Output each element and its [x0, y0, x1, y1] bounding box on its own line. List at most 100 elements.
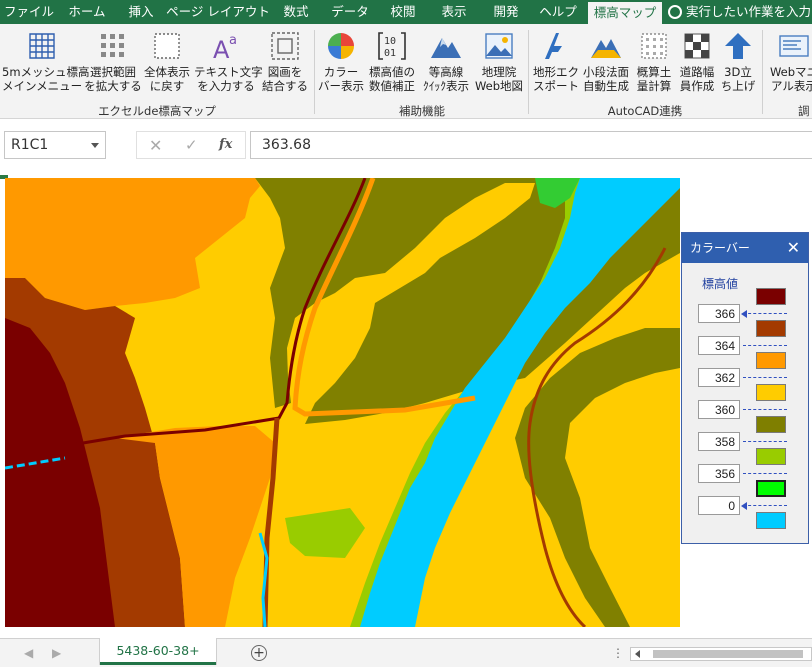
scroll-left-icon[interactable] — [635, 650, 640, 658]
mesh-menu-line2: メインメニュー — [2, 79, 83, 93]
tell-me-box[interactable]: 実行したい作業を入力 — [668, 0, 811, 24]
color-swatch[interactable] — [756, 320, 786, 337]
insert-function-icon[interactable]: fx — [219, 137, 232, 152]
slope-generate-button[interactable]: 小段法面 自動生成 — [580, 30, 632, 93]
full-view-icon — [151, 30, 183, 62]
color-swatch-selected[interactable] — [756, 480, 786, 497]
tab-home[interactable]: ホーム — [58, 0, 116, 24]
formula-input[interactable]: 363.68 — [250, 131, 812, 159]
tab-view[interactable]: 表示 — [428, 0, 480, 24]
tab-elevation-map[interactable]: 標高マップ — [588, 0, 662, 24]
color-swatch[interactable] — [756, 352, 786, 369]
excel-window: ファイル ホーム 挿入 ページ レイアウト 数式 データ 校閲 表示 開発 ヘル… — [0, 0, 812, 667]
road-width-button[interactable]: 道路幅 員作成 — [676, 30, 718, 93]
threshold-input[interactable] — [698, 336, 740, 355]
tab-formulas[interactable]: 数式 — [270, 0, 322, 24]
more-options-icon[interactable]: ⋮ — [612, 646, 624, 660]
road-width-line1: 道路幅 — [679, 65, 715, 79]
worksheet-area[interactable]: カラーバー ✕ 標高値 — [0, 175, 812, 638]
search-icon — [668, 4, 682, 19]
text-aa-icon: Aa — [210, 30, 242, 64]
gsi-web-map-button[interactable]: 地理院 Web地図 — [474, 30, 524, 93]
earthwork-calc-button[interactable]: 概算土 量計算 — [632, 30, 676, 93]
boundary-line — [743, 505, 787, 506]
color-bar-dialog[interactable]: カラーバー ✕ 標高値 — [681, 232, 809, 544]
pie-chart-icon — [325, 30, 357, 62]
combine-drawing-button[interactable]: 図画を 結合する — [260, 30, 310, 93]
dotted-grid-icon — [97, 30, 129, 62]
threshold-input[interactable] — [698, 464, 740, 483]
tab-file[interactable]: ファイル — [0, 0, 58, 24]
dialog-title: カラーバー — [690, 241, 750, 255]
zoom-selection-button[interactable]: 選択範囲 を拡大する — [84, 30, 142, 93]
full-view-line1: 全体表示 — [144, 65, 190, 79]
color-swatch[interactable] — [756, 384, 786, 401]
color-swatch[interactable] — [756, 512, 786, 529]
horizontal-scrollbar[interactable] — [630, 647, 812, 661]
up-arrow-icon — [722, 30, 754, 62]
add-sheet-button[interactable]: + — [251, 645, 267, 661]
close-icon[interactable]: ✕ — [787, 233, 800, 263]
color-swatch[interactable] — [756, 288, 786, 305]
threshold-input[interactable] — [698, 400, 740, 419]
svg-text:A: A — [213, 36, 230, 62]
terrain-export-line2: スポート — [533, 79, 579, 93]
color-swatch[interactable] — [756, 448, 786, 465]
tab-review[interactable]: 校閲 — [378, 0, 428, 24]
elevation-map — [4, 177, 680, 629]
color-bar-line1: カラー — [323, 65, 359, 79]
boundary-line — [743, 441, 787, 442]
3d-raise-line1: 3D立 — [724, 65, 752, 79]
earthwork-grid-icon — [638, 30, 670, 62]
terrain-export-button[interactable]: 地形エク スポート — [530, 30, 582, 93]
threshold-input[interactable] — [698, 496, 740, 515]
cancel-icon[interactable]: ✕ — [149, 136, 162, 155]
boundary-line — [743, 345, 787, 346]
contour-quick-button[interactable]: 等高線 ｸｲｯｸ表示 — [420, 30, 472, 93]
scroll-thumb[interactable] — [653, 650, 803, 658]
tab-insert[interactable]: 挿入 — [116, 0, 166, 24]
svg-text:01: 01 — [384, 48, 396, 59]
earthwork-calc-line1: 概算土 — [636, 65, 672, 79]
mesh-menu-button[interactable]: 5mメッシュ標高 メインメニュー — [2, 30, 90, 93]
checker-icon — [681, 30, 713, 62]
group-separator — [314, 30, 315, 114]
slope-generate-line2: 自動生成 — [583, 79, 629, 93]
threshold-input[interactable] — [698, 304, 740, 323]
tab-help[interactable]: ヘルプ — [532, 0, 584, 24]
elevation-correction-button[interactable]: 10 01 標高値の 数値補正 — [366, 30, 418, 93]
color-bar-button[interactable]: カラー バー表示 — [318, 30, 364, 93]
web-manual-button[interactable]: Webマニ アル表示 — [766, 30, 812, 93]
threshold-input[interactable] — [698, 368, 740, 387]
arrow-left-icon — [741, 310, 747, 318]
sheet-tab-active[interactable]: 5438-60-38+ — [100, 638, 216, 665]
formula-bar: R1C1 ✕ ✓ fx 363.68 — [0, 119, 812, 175]
next-sheet-icon[interactable]: ▶ — [52, 646, 61, 660]
arrow-left-icon — [741, 502, 747, 510]
zoom-selection-line2: を拡大する — [84, 79, 142, 93]
text-input-line2: を入力する — [197, 79, 255, 93]
boundary-line — [743, 409, 787, 410]
full-view-button[interactable]: 全体表示 に戻す — [142, 30, 192, 93]
zoom-selection-line1: 選択範囲 — [90, 65, 136, 79]
gsi-web-map-line2: Web地図 — [474, 79, 524, 93]
contour-quick-line1: 等高線 — [428, 65, 464, 79]
group-label-clipped: 調 — [798, 104, 810, 118]
chevron-down-icon[interactable] — [91, 143, 99, 148]
check-icon[interactable]: ✓ — [185, 136, 198, 154]
color-swatch[interactable] — [756, 416, 786, 433]
tab-page-layout[interactable]: ページ レイアウト — [166, 0, 270, 24]
tell-me-text: 実行したい作業を入力 — [686, 4, 812, 19]
tab-developer[interactable]: 開発 — [480, 0, 532, 24]
web-manual-icon — [778, 30, 810, 62]
prev-sheet-icon[interactable]: ◀ — [24, 646, 33, 660]
dialog-title-bar[interactable]: カラーバー ✕ — [682, 233, 808, 263]
group-separator — [762, 30, 763, 114]
name-box[interactable]: R1C1 — [4, 131, 106, 159]
threshold-input[interactable] — [698, 432, 740, 451]
elevation-correction-line1: 標高値の — [369, 65, 415, 79]
3d-raise-button[interactable]: 3D立 ち上げ — [718, 30, 758, 93]
text-input-button[interactable]: Aa テキスト文字 を入力する — [194, 30, 263, 93]
ribbon-tab-bar: ファイル ホーム 挿入 ページ レイアウト 数式 データ 校閲 表示 開発 ヘル… — [0, 0, 812, 24]
tab-data[interactable]: データ — [322, 0, 378, 24]
